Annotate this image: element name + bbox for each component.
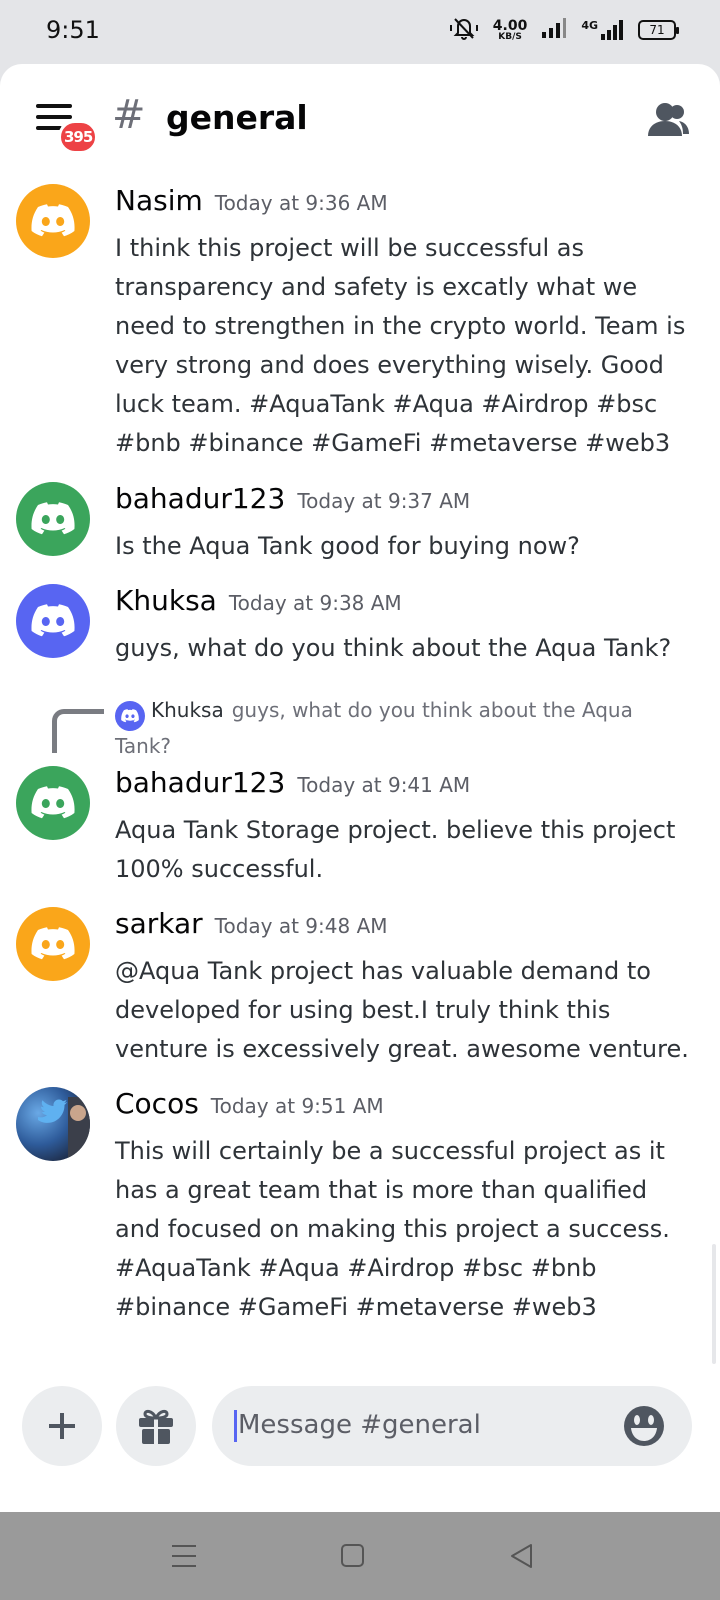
- battery-icon: 71: [638, 20, 679, 40]
- user-avatar[interactable]: [16, 766, 90, 840]
- message-author[interactable]: bahadur123: [115, 766, 285, 799]
- message-timestamp: Today at 9:41 AM: [297, 773, 471, 797]
- status-icons: 4.00 KB/S 4G 71: [449, 16, 679, 44]
- net-speed-unit: KB/S: [498, 31, 522, 42]
- reply-connector: [52, 709, 104, 753]
- message-timestamp: Today at 9:51 AM: [210, 1094, 384, 1118]
- twitter-bird-icon: [38, 1097, 90, 1161]
- network-4g-icon: 4G: [581, 19, 624, 41]
- message-timestamp: Today at 9:37 AM: [297, 489, 471, 513]
- recents-button[interactable]: [166, 1538, 202, 1574]
- reply-author: Khuksa: [151, 698, 224, 722]
- system-nav-bar: [0, 1512, 720, 1600]
- message-composer: Message #general: [0, 1374, 720, 1484]
- mute-vibrate-icon: [449, 16, 479, 44]
- message-timestamp: Today at 9:36 AM: [214, 191, 388, 215]
- message-author[interactable]: Nasim: [115, 184, 203, 217]
- discord-logo-icon: [31, 927, 75, 960]
- notification-badge: 395: [58, 120, 99, 154]
- home-icon: [341, 1544, 364, 1567]
- net-speed: 4.00 KB/S: [493, 19, 528, 42]
- user-avatar[interactable]: [16, 584, 90, 658]
- message-header: Cocos Today at 9:51 AM: [115, 1087, 384, 1120]
- emoji-button[interactable]: [622, 1404, 666, 1448]
- attach-button[interactable]: [22, 1386, 102, 1466]
- message-text: guys, what do you think about the Aqua T…: [115, 634, 672, 662]
- menu-icon-bar: [36, 126, 62, 130]
- message-timestamp: Today at 9:38 AM: [228, 591, 402, 615]
- back-button[interactable]: [504, 1538, 540, 1574]
- message-header: bahadur123 Today at 9:37 AM: [115, 482, 470, 515]
- home-button[interactable]: [334, 1538, 370, 1574]
- app-window: 395 # general Nasim Today at 9:36 AM I t…: [0, 64, 720, 1512]
- user-avatar[interactable]: [16, 184, 90, 258]
- gift-icon: [139, 1409, 173, 1444]
- message-author[interactable]: Cocos: [115, 1087, 199, 1120]
- network-type: 4G: [581, 19, 598, 32]
- battery-level: 71: [649, 23, 665, 37]
- discord-logo-icon: [31, 204, 75, 237]
- message-header: Khuksa Today at 9:38 AM: [115, 584, 402, 617]
- message-author[interactable]: Khuksa: [115, 584, 217, 617]
- message-timestamp: Today at 9:48 AM: [214, 914, 388, 938]
- user-avatar[interactable]: [16, 482, 90, 556]
- emoji-icon: [624, 1406, 664, 1446]
- message-text: I think this project will be successful …: [115, 234, 686, 457]
- net-speed-value: 4.00: [492, 17, 528, 34]
- reply-reference[interactable]: Khuksa guys, what do you think about the …: [115, 695, 675, 761]
- menu-icon-bar: [36, 115, 72, 119]
- members-button[interactable]: [646, 100, 690, 140]
- discord-logo-icon: [31, 786, 75, 819]
- message-text: @Aqua Tank project has valuable demand t…: [115, 957, 689, 1063]
- message-header: sarkar Today at 9:48 AM: [115, 907, 388, 940]
- channel-header: 395 # general: [0, 64, 720, 174]
- message-text: Is the Aqua Tank good for buying now?: [115, 532, 580, 560]
- channel-title[interactable]: general: [166, 98, 308, 137]
- user-avatar[interactable]: [16, 1087, 90, 1161]
- message-input[interactable]: Message #general: [212, 1386, 692, 1466]
- members-icon: [648, 103, 689, 136]
- back-icon: [511, 1544, 532, 1568]
- message-input-placeholder: Message #general: [238, 1410, 481, 1440]
- channel-hash-icon: #: [112, 92, 146, 138]
- message-text: Aqua Tank Storage project. believe this …: [115, 816, 676, 883]
- recents-icon: [172, 1545, 196, 1567]
- message-header: bahadur123 Today at 9:41 AM: [115, 766, 470, 799]
- reply-avatar: [115, 701, 145, 731]
- text-caret: [234, 1410, 237, 1442]
- scrollbar[interactable]: [712, 1244, 716, 1364]
- message-author[interactable]: bahadur123: [115, 482, 285, 515]
- message-header: Nasim Today at 9:36 AM: [115, 184, 388, 217]
- discord-logo-icon: [121, 709, 139, 723]
- message-author[interactable]: sarkar: [115, 907, 203, 940]
- status-bar: 9:51 4.00 KB/S 4G 71: [0, 0, 720, 64]
- user-avatar[interactable]: [16, 907, 90, 981]
- status-time: 9:51: [46, 16, 100, 44]
- plus-icon: [49, 1413, 75, 1439]
- menu-icon-bar: [36, 104, 72, 108]
- gift-button[interactable]: [116, 1386, 196, 1466]
- discord-logo-icon: [31, 604, 75, 637]
- message-text: This will certainly be a successful proj…: [115, 1137, 670, 1321]
- signal-icon: [541, 17, 567, 43]
- discord-logo-icon: [31, 502, 75, 535]
